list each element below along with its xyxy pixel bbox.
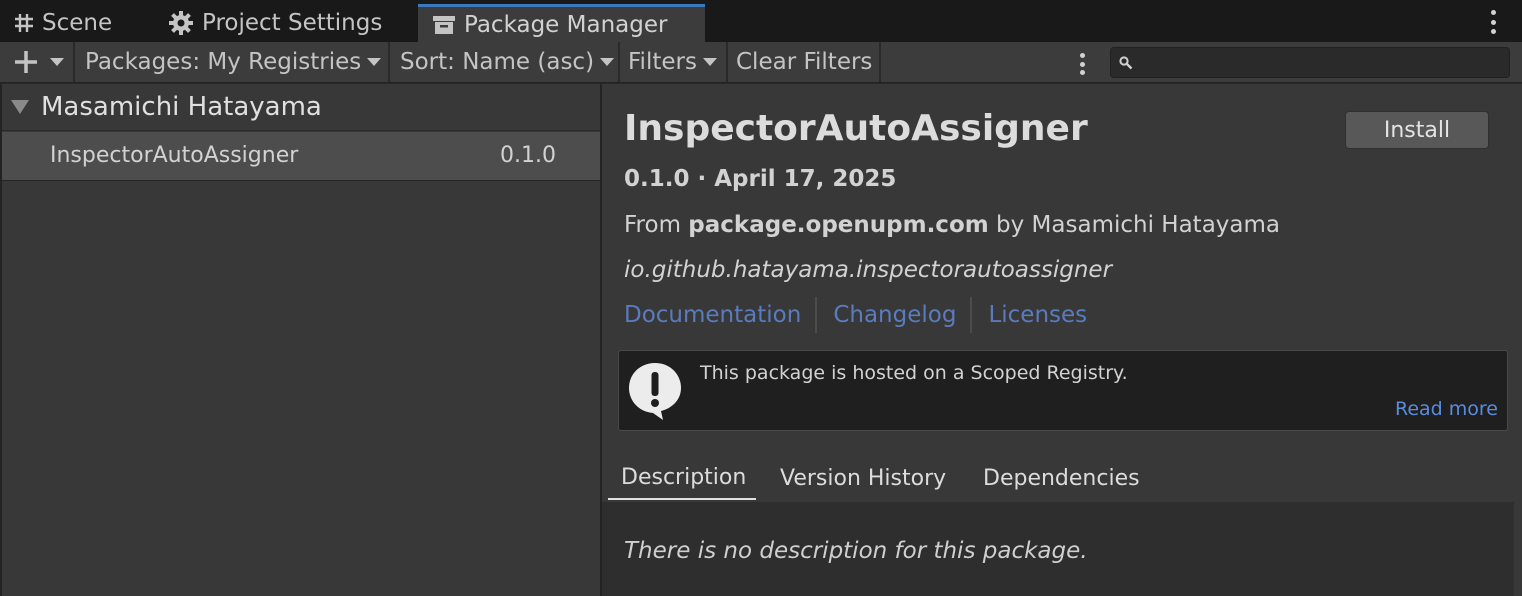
licenses-link[interactable]: Licenses — [988, 302, 1087, 328]
tab-description-label: Description — [621, 464, 747, 490]
tab-package-manager-label: Package Manager — [464, 11, 668, 38]
tab-package-manager[interactable]: Package Manager — [418, 4, 705, 42]
tab-scene-label: Scene — [42, 10, 113, 36]
from-prefix: From — [624, 212, 689, 238]
packages-scope-dropdown[interactable]: Packages: My Registries — [75, 42, 390, 82]
tab-scene[interactable]: Scene — [14, 4, 112, 42]
chevron-down-icon — [702, 58, 717, 66]
package-icon — [433, 15, 455, 34]
filters-dropdown[interactable]: Filters — [620, 42, 728, 82]
link-separator — [970, 297, 973, 333]
add-package-button[interactable] — [0, 42, 75, 82]
read-more-link[interactable]: Read more — [1395, 398, 1498, 420]
package-version-date: 0.1.0 · April 17, 2025 — [624, 166, 897, 192]
warning-bubble-icon — [629, 363, 681, 420]
author-text: by Masamichi Hatayama — [988, 212, 1280, 238]
chevron-down-icon — [367, 58, 382, 66]
plus-icon — [15, 51, 37, 73]
toolbar-menu-icon[interactable] — [1077, 53, 1087, 75]
install-button-label: Install — [1383, 117, 1451, 143]
list-item[interactable]: InspectorAutoAssigner 0.1.0 — [2, 132, 600, 181]
tab-project-settings-label: Project Settings — [202, 10, 383, 36]
tab-version-history[interactable]: Version History — [780, 456, 946, 500]
tab-dependencies-label: Dependencies — [983, 465, 1140, 491]
package-list: Masamichi Hatayama InspectorAutoAssigner… — [0, 84, 600, 596]
grid-icon — [15, 14, 33, 32]
sort-label: Sort: Name (asc) — [400, 49, 595, 75]
package-links: Documentation Changelog Licenses — [624, 296, 1087, 334]
package-item-name: InspectorAutoAssigner — [50, 143, 299, 168]
window-menu-icon[interactable] — [1486, 10, 1500, 34]
changelog-link[interactable]: Changelog — [833, 302, 956, 328]
notice-message: This package is hosted on a Scoped Regis… — [700, 362, 1128, 384]
registry-name: package.openupm.com — [688, 212, 989, 238]
package-group-header[interactable]: Masamichi Hatayama — [2, 84, 600, 131]
scoped-registry-notice: This package is hosted on a Scoped Regis… — [618, 350, 1508, 431]
package-group-label: Masamichi Hatayama — [41, 92, 322, 122]
expand-triangle-icon — [11, 100, 29, 114]
search-input[interactable] — [1110, 47, 1510, 78]
package-source: From package.openupm.com by Masamichi Ha… — [624, 212, 1280, 238]
chevron-down-icon — [600, 58, 615, 66]
packages-scope-label: Packages: My Registries — [85, 49, 362, 75]
link-separator — [815, 297, 818, 333]
description-panel: There is no description for this package… — [602, 502, 1514, 596]
install-button[interactable]: Install — [1345, 111, 1489, 149]
package-id: io.github.hatayama.inspectorautoassigner — [624, 257, 1113, 283]
tab-project-settings[interactable]: Project Settings — [168, 4, 382, 42]
description-text: There is no description for this package… — [624, 538, 1088, 564]
sort-dropdown[interactable]: Sort: Name (asc) — [390, 42, 620, 82]
package-title: InspectorAutoAssigner — [624, 108, 1088, 149]
tab-version-history-label: Version History — [780, 465, 947, 491]
package-details: InspectorAutoAssigner Install 0.1.0 · Ap… — [602, 84, 1522, 596]
tab-description[interactable]: Description — [608, 456, 756, 500]
filters-label: Filters — [628, 49, 697, 75]
package-item-version: 0.1.0 — [500, 143, 556, 168]
tab-dependencies[interactable]: Dependencies — [983, 456, 1140, 500]
gear-icon — [169, 11, 193, 35]
clear-filters-button[interactable]: Clear Filters — [728, 42, 881, 82]
package-manager-toolbar: Packages: My Registries Sort: Name (asc)… — [0, 42, 1522, 83]
clear-filters-label: Clear Filters — [736, 49, 873, 75]
chevron-down-icon — [50, 58, 64, 66]
editor-tab-bar: Scene Project Settings Package Manager — [0, 0, 1522, 42]
documentation-link[interactable]: Documentation — [624, 302, 801, 328]
search-icon — [1119, 56, 1133, 70]
